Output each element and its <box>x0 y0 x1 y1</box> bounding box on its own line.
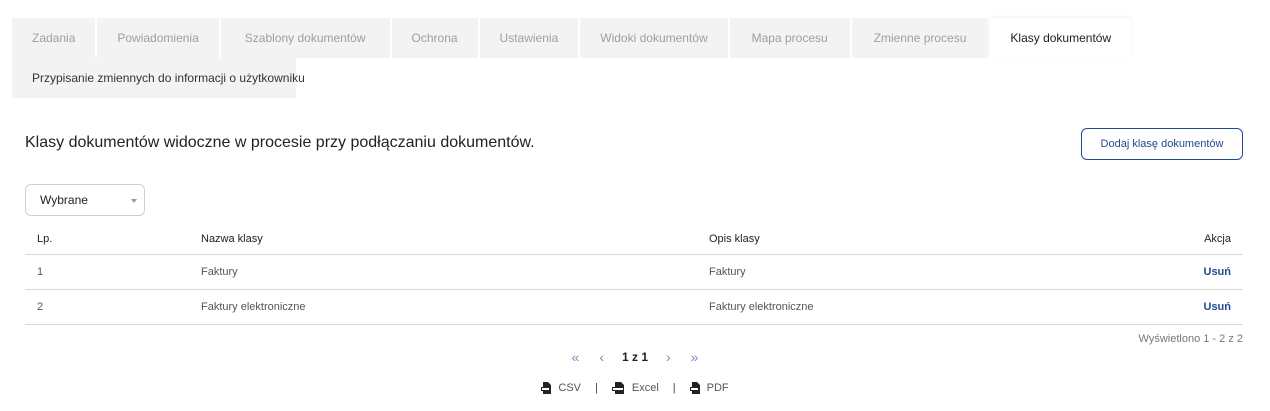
cell-description: Faktury <box>709 254 1149 290</box>
tab-mapa-procesu[interactable]: Mapa procesu <box>729 18 850 58</box>
export-csv-label: CSV <box>558 382 581 394</box>
tab-przypisanie-zmiennych[interactable]: Przypisanie zmiennych do informacji o uż… <box>12 58 305 98</box>
tab-zadania[interactable]: Zadania <box>12 18 96 58</box>
pagination: « ‹ 1 z 1 › » <box>0 349 1270 365</box>
cell-name: Faktury elektroniczne <box>201 289 709 325</box>
tab-row-primary: Zadania Powiadomienia Szablony dokumentó… <box>12 18 1132 58</box>
tab-bar: Zadania Powiadomienia Szablony dokumentó… <box>12 18 1132 98</box>
export-pdf-button[interactable]: PDF <box>689 382 729 394</box>
export-excel-button[interactable]: Excel <box>611 382 659 394</box>
tab-row-secondary: Przypisanie zmiennych do informacji o uż… <box>12 58 1032 98</box>
filter-select-value: Wybrane <box>40 193 88 207</box>
caret-down-icon <box>131 199 137 203</box>
tab-ustawienia[interactable]: Ustawienia <box>479 18 579 58</box>
table-header-row: Lp. Nazwa klasy Opis klasy Akcja <box>25 224 1243 255</box>
tab-zmienne-procesu[interactable]: Zmienne procesu <box>851 18 989 58</box>
tab-szablony-dokumentow[interactable]: Szablony dokumentów <box>220 18 390 58</box>
first-page-button[interactable]: « <box>572 349 580 365</box>
cell-description: Faktury elektroniczne <box>709 289 1149 325</box>
add-document-class-button[interactable]: Dodaj klasę dokumentów <box>1081 128 1243 160</box>
next-page-button[interactable]: › <box>666 349 671 365</box>
tab-klasy-dokumentow[interactable]: Klasy dokumentów <box>990 18 1132 58</box>
delete-link[interactable]: Usuń <box>1204 266 1232 278</box>
cell-lp: 1 <box>25 254 201 290</box>
cell-action: Usuń <box>1149 289 1243 325</box>
excel-file-icon <box>611 382 624 394</box>
filter-select[interactable]: Wybrane <box>25 184 145 216</box>
export-pdf-label: PDF <box>706 382 729 394</box>
cell-name: Faktury <box>201 254 709 290</box>
tab-powiadomienia[interactable]: Powiadomienia <box>97 18 219 58</box>
document-classes-table: Lp. Nazwa klasy Opis klasy Akcja 1 Faktu… <box>25 224 1243 325</box>
prev-page-button[interactable]: ‹ <box>599 349 604 365</box>
page-info: 1 z 1 <box>621 350 648 364</box>
tab-ochrona[interactable]: Ochrona <box>391 18 478 58</box>
export-separator: | <box>595 382 598 394</box>
column-header-lp[interactable]: Lp. <box>25 224 201 255</box>
last-page-button[interactable]: » <box>691 349 699 365</box>
csv-file-icon <box>541 382 552 394</box>
table-row: 1 Faktury Faktury Usuń <box>25 254 1243 290</box>
cell-action: Usuń <box>1149 254 1243 290</box>
export-separator: | <box>672 382 676 394</box>
page-title: Klasy dokumentów widoczne w procesie prz… <box>25 134 535 151</box>
delete-link[interactable]: Usuń <box>1204 301 1232 313</box>
column-header-description[interactable]: Opis klasy <box>709 224 1149 255</box>
export-excel-label: Excel <box>631 382 659 394</box>
column-header-name[interactable]: Nazwa klasy <box>201 224 709 255</box>
tab-widoki-dokumentow[interactable]: Widoki dokumentów <box>580 18 728 58</box>
export-bar: CSV | Excel | PDF <box>0 382 1270 394</box>
export-csv-button[interactable]: CSV <box>541 382 581 394</box>
column-header-action: Akcja <box>1149 224 1243 255</box>
records-summary: Wyświetlono 1 - 2 z 2 <box>1138 333 1243 345</box>
cell-lp: 2 <box>25 289 201 325</box>
pdf-file-icon <box>689 382 700 394</box>
table-row: 2 Faktury elektroniczne Faktury elektron… <box>25 289 1243 325</box>
